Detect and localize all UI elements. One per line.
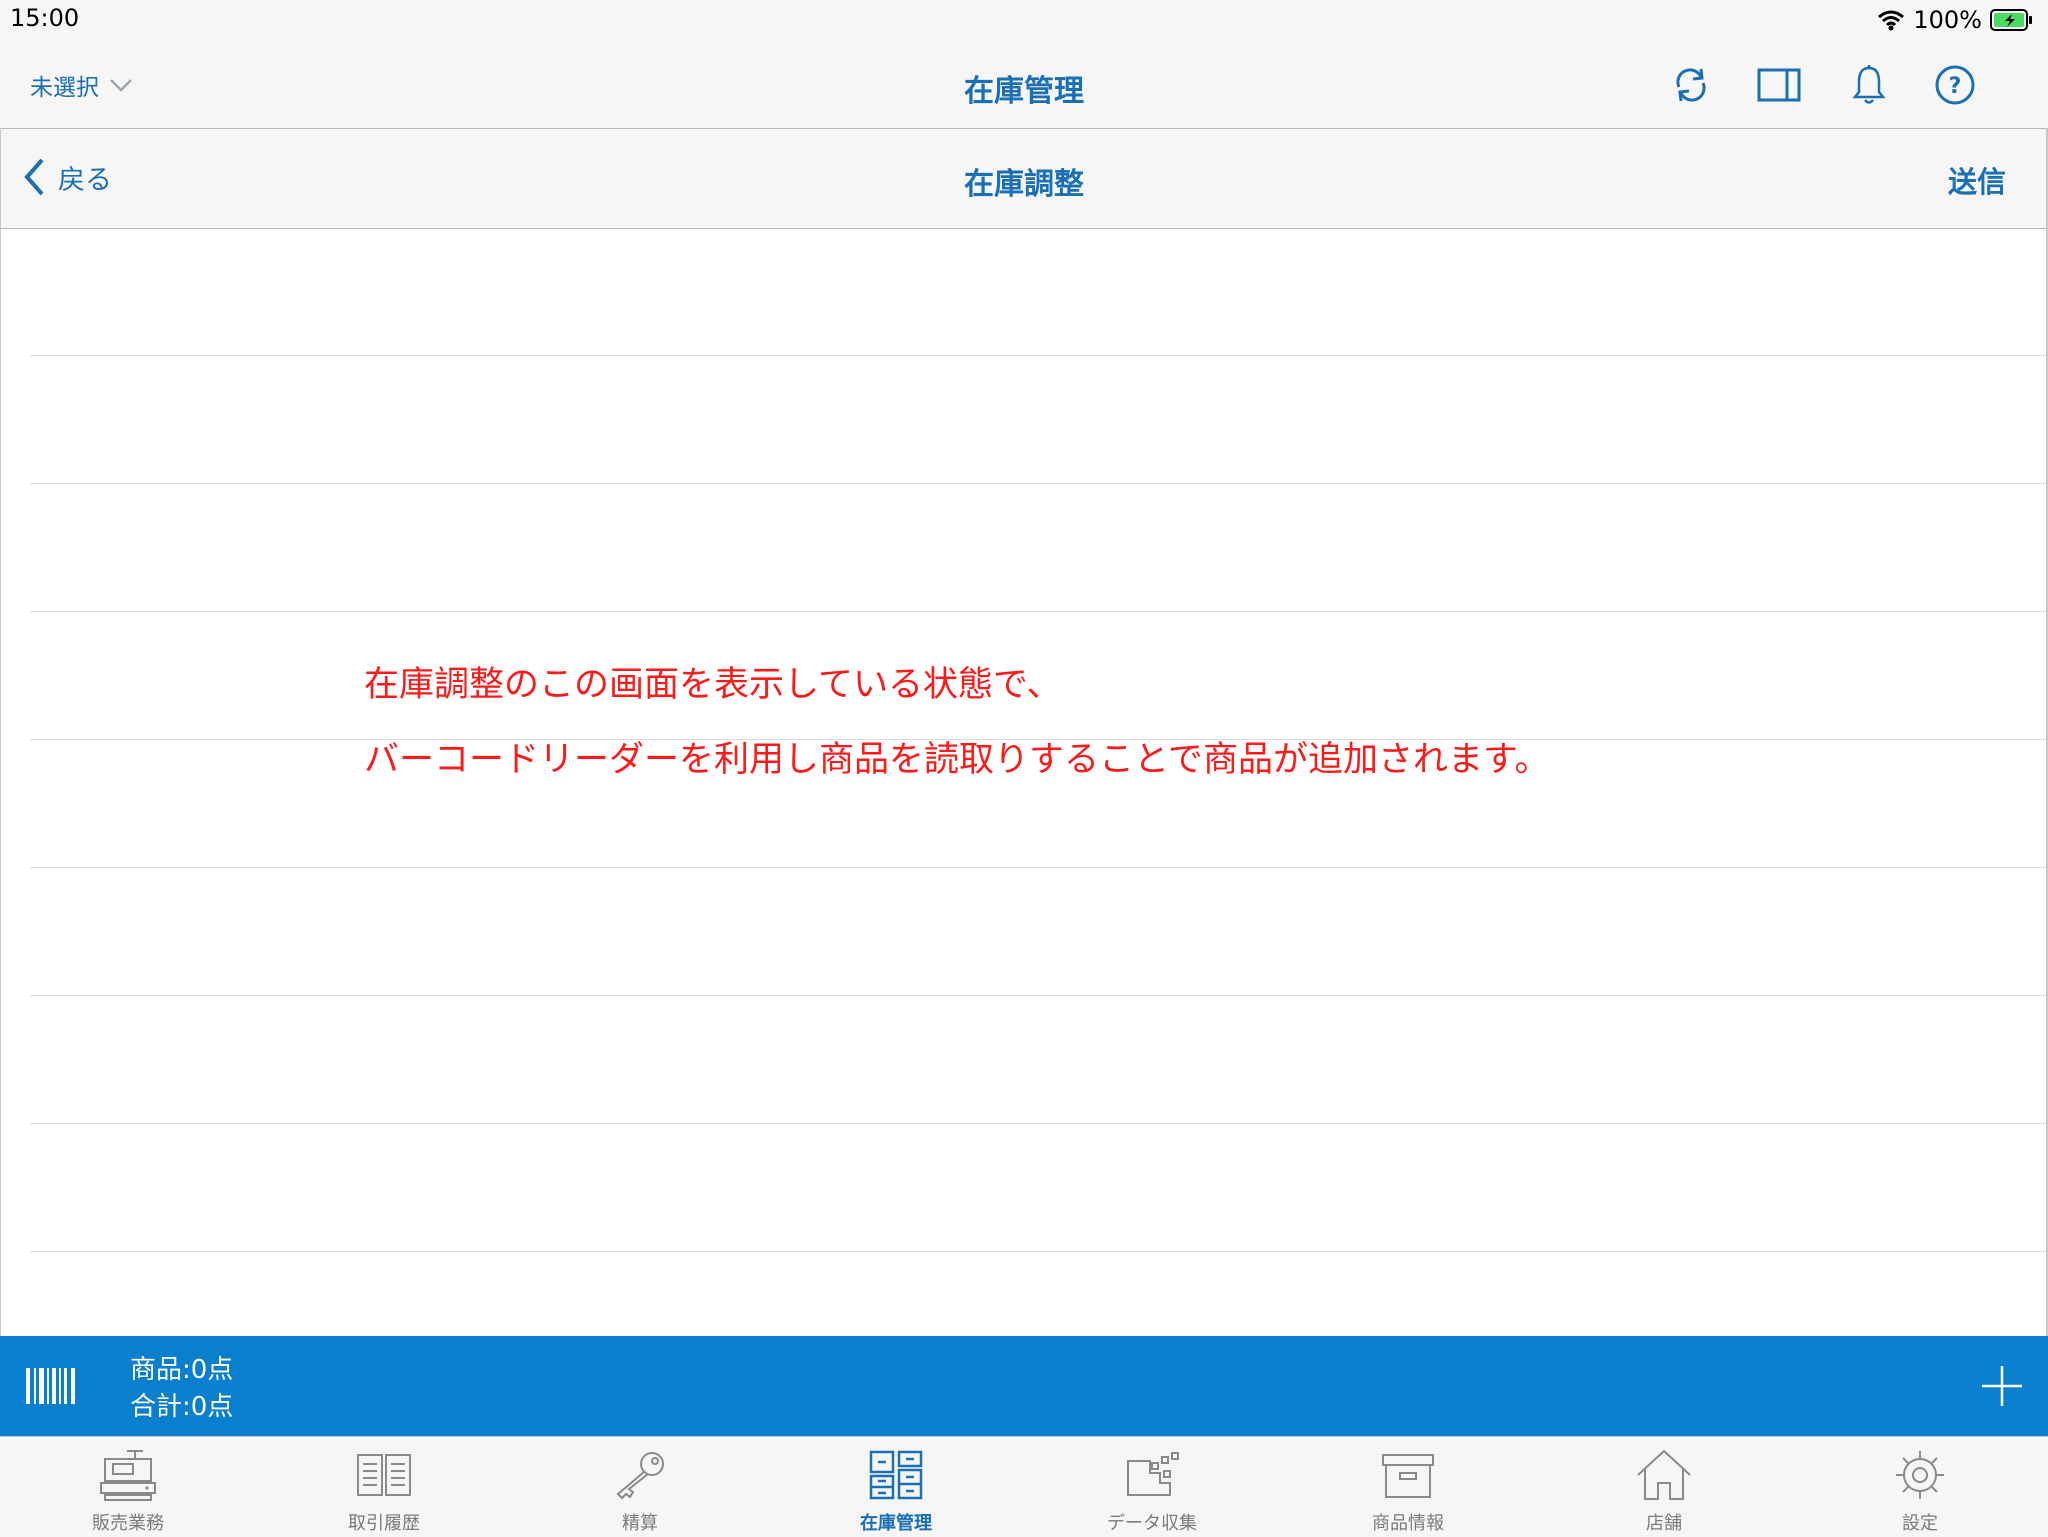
tab-label: 在庫管理 — [860, 1513, 932, 1534]
register-icon — [100, 1450, 156, 1501]
list-row-divider — [30, 867, 2046, 868]
list-row-divider — [30, 995, 2046, 996]
instruction-line-2: バーコードリーダーを利用し商品を読取りすることで商品が追加されます。 — [364, 740, 1550, 780]
total-count: 合計:0点 — [130, 1392, 234, 1422]
instruction-line-1: 在庫調整のこの画面を表示している状態で、 — [364, 665, 1062, 705]
tab-settings[interactable]: 設定 — [1792, 1437, 2048, 1537]
tab-label: 商品情報 — [1372, 1513, 1444, 1534]
list-row-divider — [30, 1123, 2046, 1124]
tab-label: データ収集 — [1107, 1513, 1197, 1534]
counts: 商品:0点 合計:0点 — [130, 1352, 233, 1426]
tab-settlement[interactable]: 精算 — [512, 1437, 768, 1537]
tab-label: 精算 — [622, 1513, 658, 1534]
status-bar: 15:00 100% — [0, 0, 2048, 40]
list-row-divider — [30, 611, 2046, 612]
app-header: 未選択 在庫管理 ? — [0, 40, 2048, 129]
items-count: 商品:0点 — [130, 1355, 234, 1385]
status-time: 15:00 — [10, 4, 80, 32]
status-right: 100% — [1877, 4, 2034, 36]
tab-label: 取引履歴 — [348, 1513, 420, 1534]
list-left-border — [0, 128, 1, 1338]
bell-icon[interactable] — [1844, 60, 1894, 110]
send-button[interactable]: 送信 — [1948, 159, 2006, 201]
key-icon — [616, 1452, 664, 1500]
sub-header: 戻る 在庫調整 送信 — [0, 129, 2048, 229]
tab-label: 販売業務 — [92, 1513, 164, 1534]
gear-icon — [1896, 1451, 1944, 1499]
data-collection-icon — [1127, 1452, 1179, 1496]
tab-data-collection[interactable]: データ収集 — [1024, 1437, 1280, 1537]
split-view-icon[interactable] — [1754, 60, 1804, 110]
battery-icon — [1990, 9, 2032, 31]
tab-sales[interactable]: 販売業務 — [0, 1437, 256, 1537]
barcode-icon[interactable] — [26, 1368, 76, 1404]
app-title: 在庫管理 — [964, 74, 1084, 109]
add-icon[interactable] — [1980, 1364, 2024, 1408]
tab-store[interactable]: 店舗 — [1536, 1437, 1792, 1537]
help-icon[interactable]: ? — [1930, 60, 1980, 110]
list-row-divider — [30, 483, 2046, 484]
box-icon — [1382, 1454, 1434, 1498]
tab-inventory[interactable]: 在庫管理 — [768, 1437, 1024, 1537]
battery-percent: 100% — [1913, 6, 1982, 34]
tab-bar: 販売業務 取引履歴 精算 在庫管理 データ収集 商品情報 店舗 設定 — [0, 1436, 2048, 1537]
tab-product-info[interactable]: 商品情報 — [1280, 1437, 1536, 1537]
tab-label: 設定 — [1902, 1513, 1938, 1534]
list-row-divider — [30, 355, 2046, 356]
sync-icon[interactable] — [1666, 60, 1716, 110]
page-title: 在庫調整 — [964, 167, 1084, 202]
action-bar: 商品:0点 合計:0点 — [0, 1336, 2048, 1436]
list-row-divider — [30, 1251, 2046, 1252]
tab-history[interactable]: 取引履歴 — [256, 1437, 512, 1537]
tab-label: 店舗 — [1646, 1513, 1682, 1534]
instruction-note: 在庫調整のこの画面を表示している状態で、 バーコードリーダーを利用し商品を読取り… — [364, 648, 1549, 798]
wifi-icon — [1878, 10, 1905, 31]
home-icon — [1637, 1449, 1691, 1500]
inventory-icon — [869, 1450, 923, 1500]
book-icon — [357, 1454, 411, 1496]
svg-text:?: ? — [1949, 74, 1962, 99]
